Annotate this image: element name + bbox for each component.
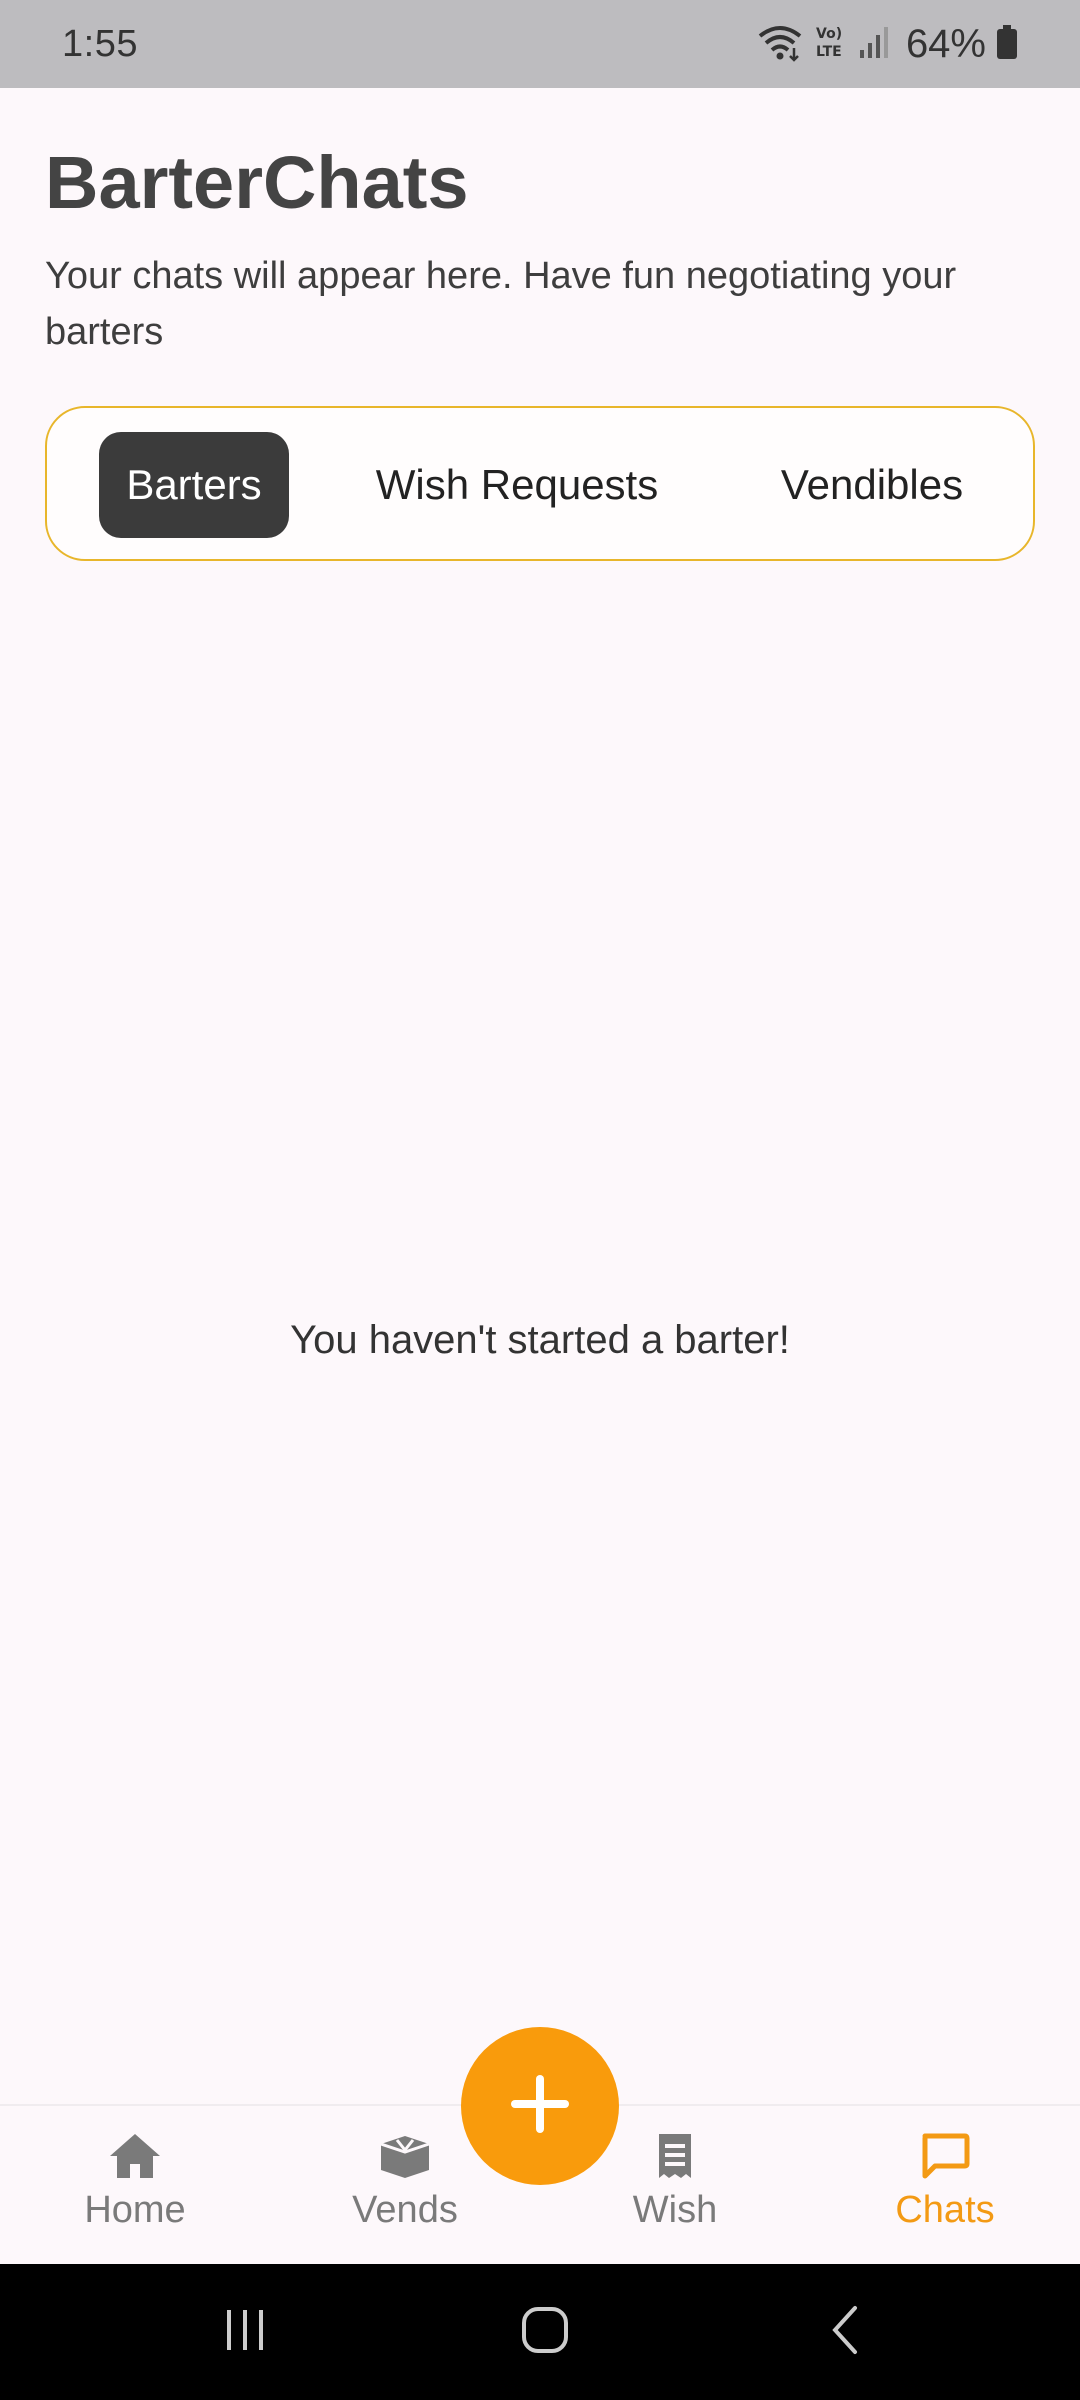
- plus-icon: [507, 2071, 573, 2142]
- recent-apps-icon: [221, 2308, 269, 2357]
- box-icon: [377, 2132, 433, 2185]
- system-navigation-bar: [0, 2264, 1080, 2400]
- nav-chats-label: Chats: [895, 2189, 995, 2231]
- page-subtitle: Your chats will appear here. Have fun ne…: [45, 255, 957, 353]
- nav-vends-label: Vends: [352, 2189, 458, 2231]
- volte-icon: Vo) LTE: [814, 22, 848, 67]
- signal-icon: [858, 24, 890, 65]
- wifi-icon: [756, 22, 804, 67]
- tab-barters[interactable]: Barters: [99, 432, 289, 538]
- nav-chats[interactable]: Chats: [845, 2106, 1045, 2266]
- home-icon: [108, 2132, 162, 2185]
- page-title: BarterChats: [45, 141, 469, 224]
- system-home-icon: [520, 2305, 570, 2360]
- status-time: 1:55: [62, 22, 138, 65]
- chat-type-tabs: Barters Wish Requests Vendibles: [45, 406, 1035, 561]
- svg-text:Vo): Vo): [816, 26, 842, 42]
- recent-apps-button[interactable]: [200, 2264, 290, 2400]
- battery-percent: 64%: [905, 21, 986, 66]
- battery-icon: [996, 24, 1018, 65]
- empty-state-message: You haven't started a barter!: [290, 1318, 790, 1362]
- screen: 1:55 Vo) LTE 64% BarterChats Your chats …: [0, 0, 1080, 2400]
- receipt-icon: [653, 2132, 697, 2185]
- add-fab-button[interactable]: [461, 2027, 619, 2185]
- system-back-button[interactable]: [800, 2264, 890, 2400]
- nav-home[interactable]: Home: [35, 2106, 235, 2266]
- tab-wish-requests[interactable]: Wish Requests: [347, 432, 687, 538]
- nav-home-label: Home: [84, 2189, 186, 2231]
- status-icons: Vo) LTE 64%: [756, 22, 1018, 67]
- svg-text:LTE: LTE: [816, 44, 842, 60]
- chat-bubble-icon: [919, 2132, 971, 2185]
- system-home-button[interactable]: [500, 2264, 590, 2400]
- nav-wish-label: Wish: [632, 2189, 718, 2231]
- status-bar: 1:55 Vo) LTE 64%: [0, 0, 1080, 88]
- tab-vendibles[interactable]: Vendibles: [747, 432, 997, 538]
- back-chevron-icon: [827, 2304, 863, 2361]
